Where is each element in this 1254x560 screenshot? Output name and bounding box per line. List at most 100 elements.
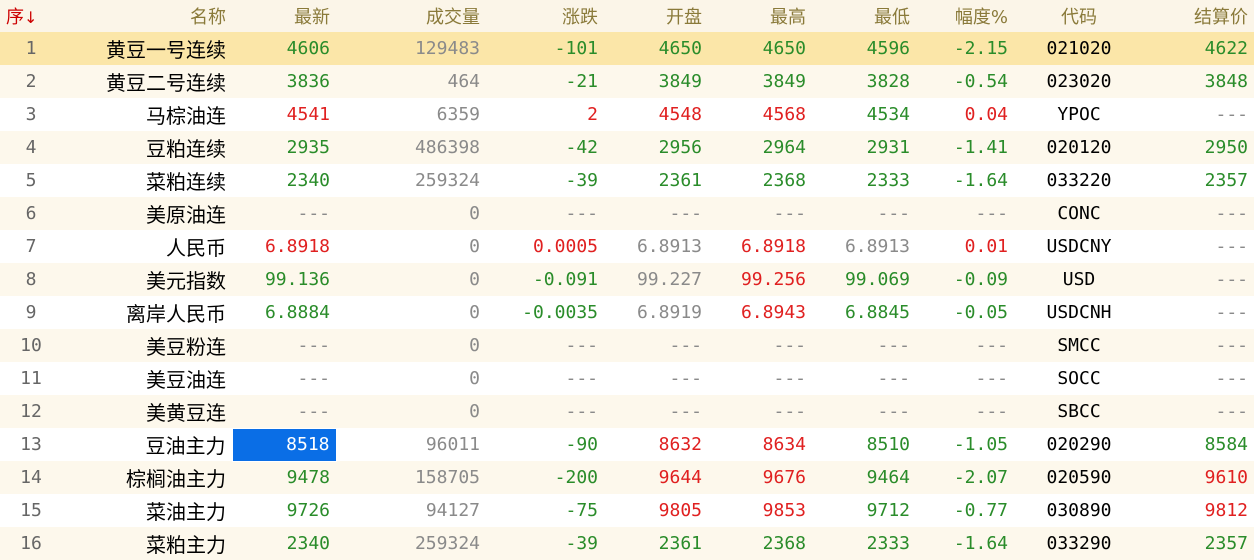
row-name-cell: 美豆油连 bbox=[146, 368, 226, 392]
row-open-cell: --- bbox=[669, 401, 702, 422]
row-name-cell: 美豆粉连 bbox=[146, 335, 226, 359]
row-code-cell: USDCNY bbox=[1046, 236, 1112, 257]
table-row[interactable]: 10 美豆粉连 --- 0 --- --- --- --- --- SMCC --- bbox=[0, 329, 1254, 362]
row-low-cell: 3828 bbox=[866, 71, 910, 92]
row-code-cell: 020590 bbox=[1046, 467, 1112, 488]
row-code-cell: 021020 bbox=[1046, 38, 1112, 59]
col-header-index[interactable]: 序↓ bbox=[0, 0, 62, 32]
row-volume-cell: 0 bbox=[469, 203, 480, 224]
table-row[interactable]: 5 菜粕连续 2340 259324 -39 2361 2368 2333 -1.64 03322… bbox=[0, 164, 1254, 197]
row-settle-cell: --- bbox=[1215, 302, 1248, 323]
row-pct-cell: -1.41 bbox=[953, 137, 1008, 158]
row-change-cell: 2 bbox=[587, 104, 598, 125]
row-high-cell: 4568 bbox=[762, 104, 806, 125]
table-row[interactable]: 9 离岸人民币 6.8884 0 -0.0035 6.8919 6.8943 6.8845 -0… bbox=[0, 296, 1254, 329]
row-change-cell: -39 bbox=[565, 533, 598, 554]
table-row[interactable]: 12 美黄豆连 --- 0 --- --- --- --- --- SBCC --- bbox=[0, 395, 1254, 428]
col-header-change[interactable]: 涨跌 bbox=[486, 0, 604, 32]
row-pct-cell: --- bbox=[975, 368, 1008, 389]
row-high-cell: 9853 bbox=[762, 500, 806, 521]
row-pct-cell: -0.09 bbox=[953, 269, 1008, 290]
col-header-code[interactable]: 代码 bbox=[1014, 0, 1144, 32]
table-row[interactable]: 1 黄豆一号连续 4606 129483 -101 4650 4650 4596 -2.15 02… bbox=[0, 32, 1254, 65]
row-name-cell: 菜油主力 bbox=[146, 500, 226, 524]
row-low-cell: 6.8913 bbox=[844, 236, 910, 257]
row-name-cell: 人民币 bbox=[166, 236, 226, 260]
row-code-cell: 030890 bbox=[1046, 500, 1112, 521]
row-low-cell: --- bbox=[877, 401, 910, 422]
row-open-cell: 6.8919 bbox=[636, 302, 702, 323]
table-row[interactable]: 16 菜粕主力 2340 259324 -39 2361 2368 2333 -1.64 0332… bbox=[0, 527, 1254, 560]
row-low-cell: 9464 bbox=[866, 467, 910, 488]
row-change-cell: -21 bbox=[565, 71, 598, 92]
table-row[interactable]: 4 豆粕连续 2935 486398 -42 2956 2964 2931 -1.41 02012… bbox=[0, 131, 1254, 164]
row-low-cell: 2333 bbox=[866, 170, 910, 191]
col-header-volume[interactable]: 成交量 bbox=[336, 0, 486, 32]
row-low-cell: 6.8845 bbox=[844, 302, 910, 323]
row-open-cell: 2956 bbox=[658, 137, 702, 158]
col-header-low[interactable]: 最低 bbox=[812, 0, 916, 32]
row-pct-cell: 0.01 bbox=[964, 236, 1008, 257]
row-index-cell: 2 bbox=[25, 71, 37, 92]
row-pct-cell: -1.64 bbox=[953, 170, 1008, 191]
row-volume-cell: 0 bbox=[469, 302, 480, 323]
row-settle-cell: --- bbox=[1215, 401, 1248, 422]
row-code-cell: SOCC bbox=[1057, 368, 1101, 389]
row-pct-cell: -0.05 bbox=[953, 302, 1008, 323]
row-name-cell: 黄豆二号连续 bbox=[106, 71, 226, 95]
col-header-settle[interactable]: 结算价 bbox=[1144, 0, 1254, 32]
row-code-cell: YPOC bbox=[1057, 104, 1101, 125]
row-change-cell: -39 bbox=[565, 170, 598, 191]
row-index-cell: 3 bbox=[25, 104, 37, 125]
row-pct-cell: 0.04 bbox=[964, 104, 1008, 125]
row-high-cell: 4650 bbox=[762, 38, 806, 59]
col-header-open[interactable]: 开盘 bbox=[604, 0, 708, 32]
row-volume-cell: 259324 bbox=[414, 533, 480, 554]
row-last-cell: 2340 bbox=[286, 533, 330, 554]
row-volume-cell: 0 bbox=[469, 269, 480, 290]
row-index-cell: 4 bbox=[25, 137, 37, 158]
col-header-pct[interactable]: 幅度% bbox=[916, 0, 1014, 32]
table-row[interactable]: 15 菜油主力 9726 94127 -75 9805 9853 9712 -0.77 03089… bbox=[0, 494, 1254, 527]
row-last-cell: 4606 bbox=[286, 38, 330, 59]
row-code-cell: 033220 bbox=[1046, 170, 1112, 191]
row-change-cell: -75 bbox=[565, 500, 598, 521]
row-last-cell: 2935 bbox=[286, 137, 330, 158]
row-last-cell: 8518 bbox=[231, 427, 337, 462]
row-pct-cell: -2.07 bbox=[953, 467, 1008, 488]
row-high-cell: 8634 bbox=[762, 434, 806, 455]
row-volume-cell: 94127 bbox=[425, 500, 480, 521]
col-header-last[interactable]: 最新 bbox=[232, 0, 336, 32]
row-settle-cell: 2357 bbox=[1204, 533, 1248, 554]
row-code-cell: SBCC bbox=[1057, 401, 1101, 422]
table-row[interactable]: 7 人民币 6.8918 0 0.0005 6.8913 6.8918 6.8913 0.01 U… bbox=[0, 230, 1254, 263]
row-change-cell: --- bbox=[565, 335, 598, 356]
row-settle-cell: --- bbox=[1215, 203, 1248, 224]
row-low-cell: 4596 bbox=[866, 38, 910, 59]
table-row[interactable]: 13 豆油主力 8518 96011 -90 8632 8634 8510 -1.05 02029… bbox=[0, 427, 1254, 462]
row-volume-cell: 0 bbox=[469, 335, 480, 356]
row-change-cell: --- bbox=[565, 401, 598, 422]
row-change-cell: --- bbox=[565, 368, 598, 389]
table-row[interactable]: 8 美元指数 99.136 0 -0.091 99.227 99.256 99.069 -0.0… bbox=[0, 263, 1254, 296]
row-pct-cell: -0.54 bbox=[953, 71, 1008, 92]
row-pct-cell: --- bbox=[975, 401, 1008, 422]
row-last-cell: 9478 bbox=[286, 467, 330, 489]
row-volume-cell: 96011 bbox=[425, 434, 480, 455]
quote-rows: 1 黄豆一号连续 4606 129483 -101 4650 4650 4596 -2.15 02… bbox=[0, 32, 1254, 560]
table-row[interactable]: 11 美豆油连 --- 0 --- --- --- --- --- SOCC --- bbox=[0, 362, 1254, 395]
row-high-cell: --- bbox=[773, 203, 806, 224]
row-index-cell: 11 bbox=[20, 368, 42, 389]
table-row[interactable]: 14 棕榈油主力 9478 158705 -200 9644 9676 9464 -2.07 02… bbox=[0, 461, 1254, 494]
table-row[interactable]: 3 马棕油连 4541 6359 2 4548 4568 4534 0.04 YPOC --- bbox=[0, 98, 1254, 131]
table-row[interactable]: 6 美原油连 --- 0 --- --- --- --- --- CONC --- bbox=[0, 197, 1254, 230]
row-last-cell: --- bbox=[297, 368, 330, 389]
row-high-cell: 99.256 bbox=[740, 269, 806, 290]
row-settle-cell: --- bbox=[1215, 104, 1248, 125]
row-code-cell: 020290 bbox=[1046, 434, 1112, 455]
col-header-name[interactable]: 名称 bbox=[62, 0, 232, 32]
row-index-cell: 5 bbox=[25, 170, 37, 191]
col-header-high[interactable]: 最高 bbox=[708, 0, 812, 32]
row-settle-cell: --- bbox=[1215, 368, 1248, 389]
table-row[interactable]: 2 黄豆二号连续 3836 464 -21 3849 3849 3828 -0.54 023020… bbox=[0, 65, 1254, 98]
